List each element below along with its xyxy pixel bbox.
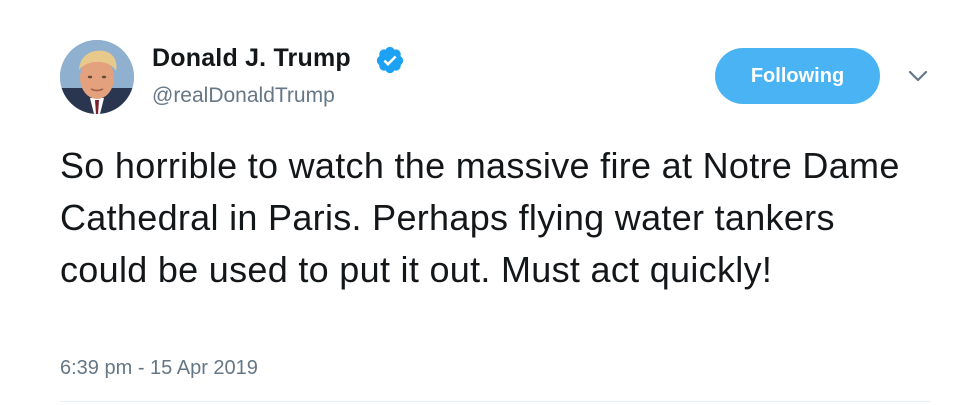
following-button[interactable]: Following	[715, 48, 880, 104]
avatar[interactable]	[60, 40, 134, 114]
tweet-text: So horrible to watch the massive fire at…	[60, 145, 900, 290]
tweet-timestamp[interactable]: 6:39 pm - 15 Apr 2019	[60, 357, 258, 380]
chevron-down-icon[interactable]	[905, 66, 931, 86]
avatar-image	[60, 40, 134, 114]
tweet-card: Donald J. Trump @realDonaldTrump Followi…	[0, 0, 980, 405]
author-display-name[interactable]: Donald J. Trump	[152, 44, 351, 73]
divider	[60, 401, 930, 402]
author-handle[interactable]: @realDonaldTrump	[152, 84, 335, 108]
verified-badge-icon	[376, 46, 404, 74]
